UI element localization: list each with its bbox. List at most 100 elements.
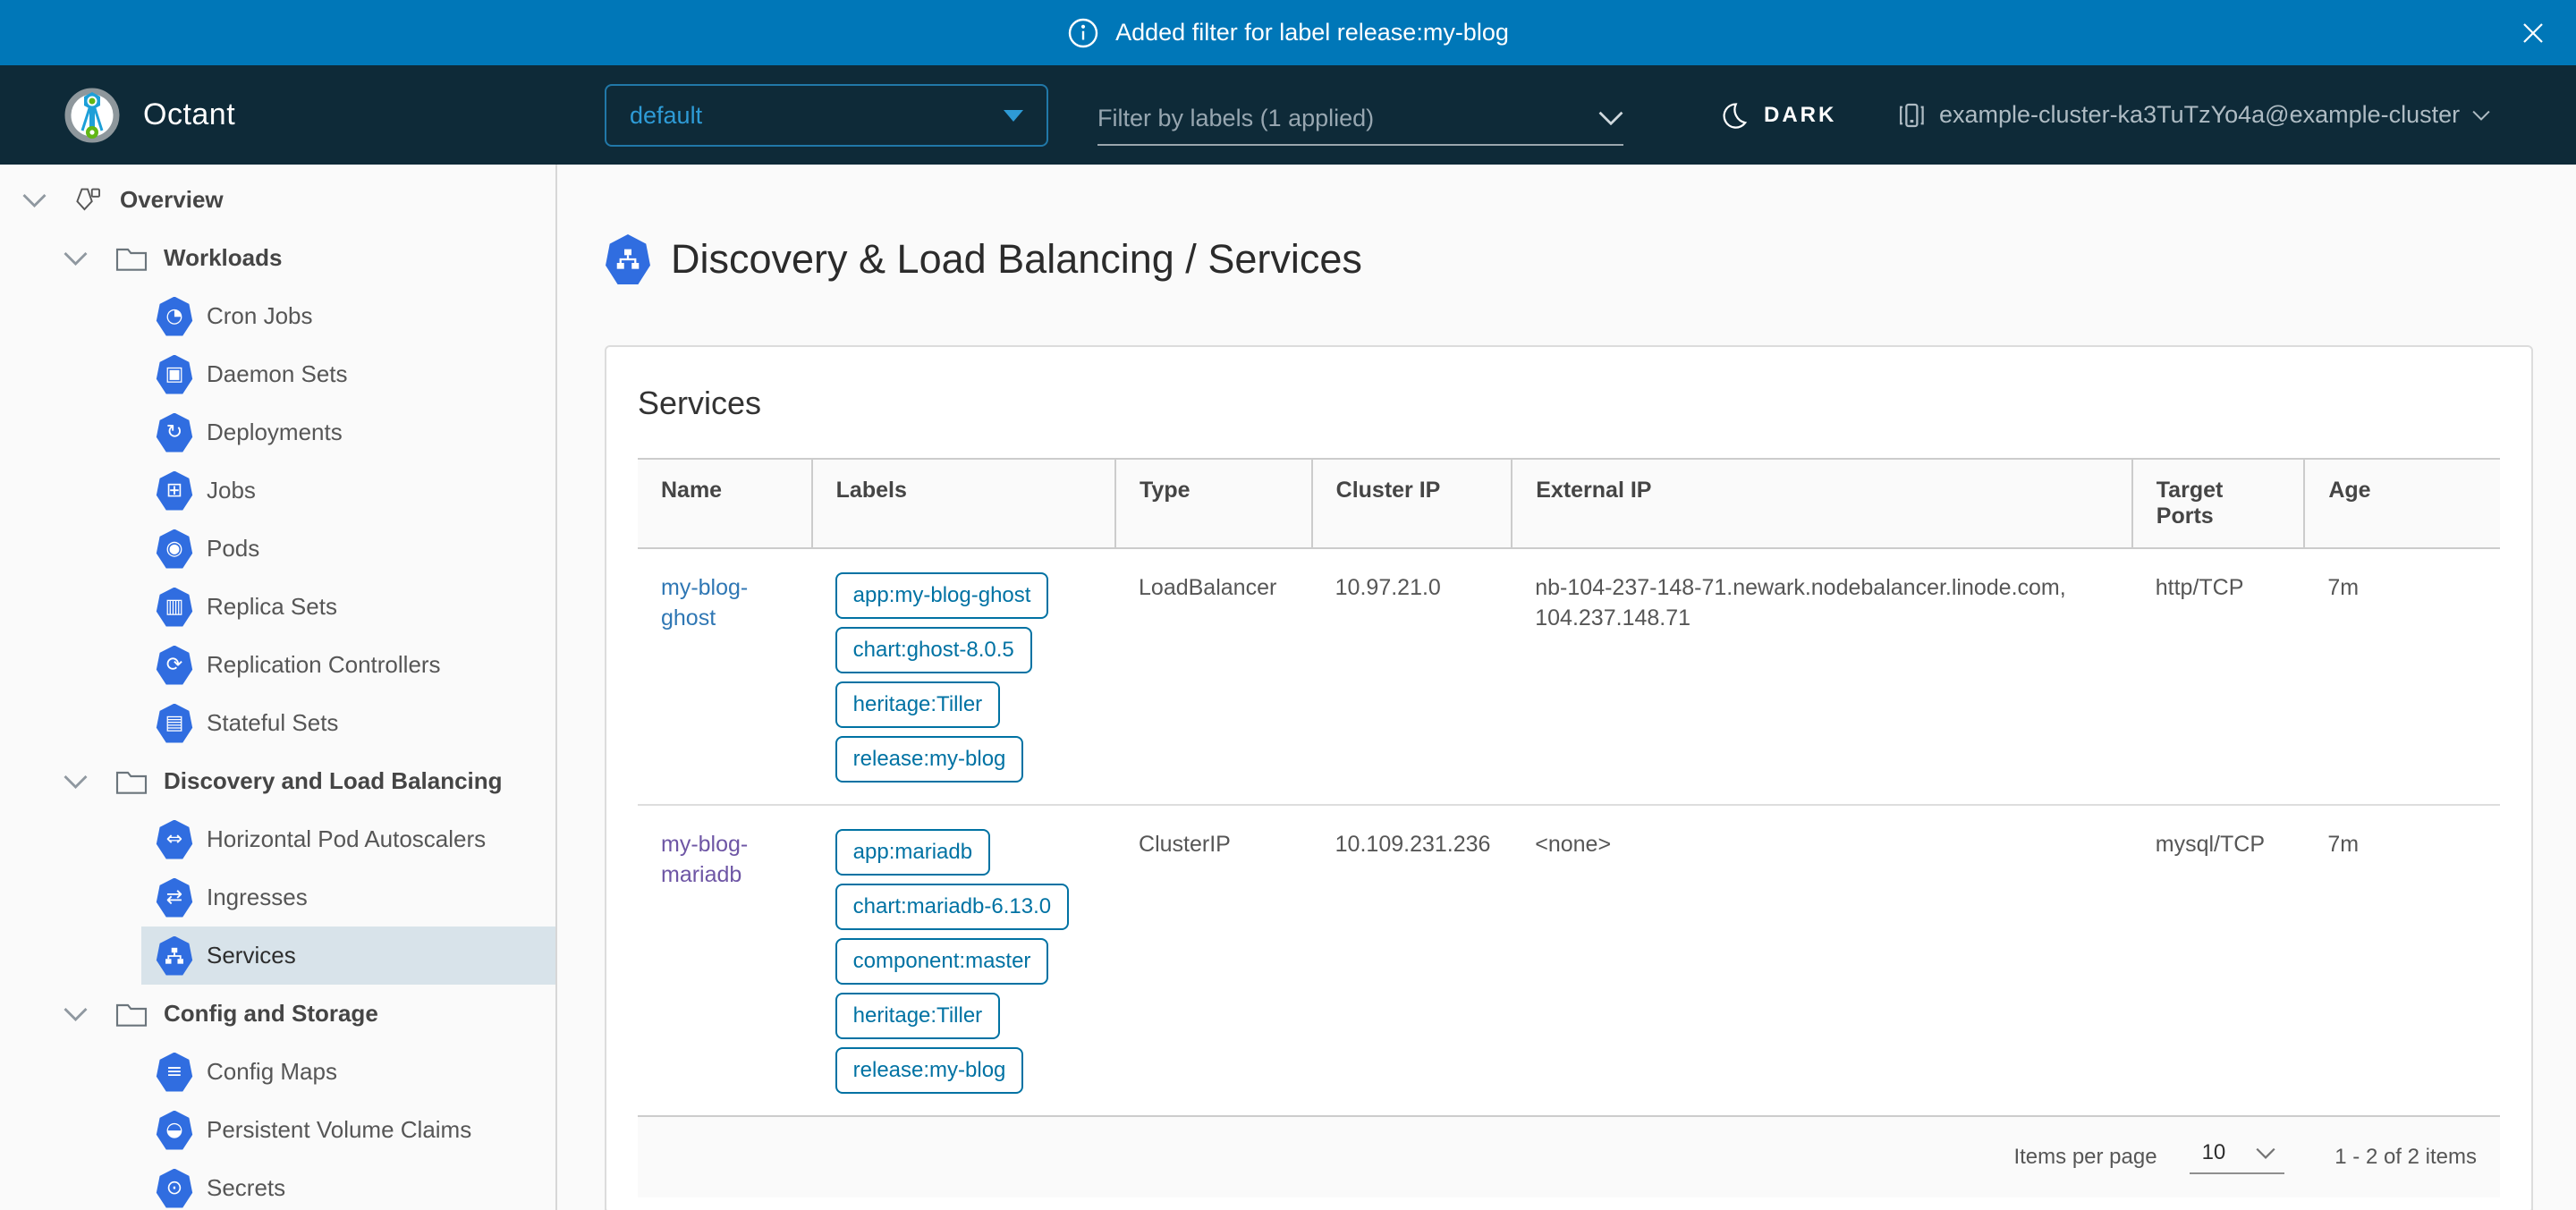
tree-item-label: Cron Jobs (207, 302, 313, 330)
sidebar-item-ingresses[interactable]: ⇄Ingresses (0, 868, 555, 927)
sidebar-item-cron-jobs[interactable]: ◔Cron Jobs (0, 287, 555, 345)
chevron-down-icon[interactable] (64, 774, 88, 789)
sidebar-item-config-and-storage[interactable]: Config and Storage (0, 985, 555, 1043)
cluster-ip-cell: 10.109.231.236 (1312, 805, 1513, 1115)
tree-item-label: Overview (120, 186, 224, 214)
job-icon: ⊞ (156, 471, 193, 511)
sidebar-item-discovery-and-load-balancing[interactable]: Discovery and Load Balancing (0, 752, 555, 810)
hpa-icon: ⇔ (156, 820, 193, 859)
statefulset-icon: ▤ (156, 704, 193, 743)
service-link[interactable]: my-blog-mariadb (661, 832, 748, 887)
label-pill[interactable]: chart:ghost-8.0.5 (835, 627, 1032, 673)
app-name: Octant (143, 97, 235, 132)
dark-theme-toggle[interactable]: DARK (1719, 65, 1836, 165)
tree-item-label: Secrets (207, 1174, 285, 1202)
sidebar-navigation: OverviewWorkloads◔Cron Jobs▣Daemon Sets↻… (0, 165, 557, 1210)
sidebar-item-persistent-volume-claims[interactable]: ◒ Persistent Volume Claims (0, 1101, 555, 1159)
octant-app: Added filter for label release:my-blog (0, 0, 2576, 1210)
chevron-down-icon[interactable] (64, 251, 88, 266)
app-header: Octant default Filter by labels (1 appli… (0, 65, 2576, 165)
label-filter-text: Filter by labels (1 applied) (1097, 105, 1598, 132)
sidebar-item-workloads[interactable]: Workloads (0, 229, 555, 287)
close-icon[interactable] (2513, 13, 2553, 53)
external-ip-cell: nb-104-237-148-71.newark.nodebalancer.li… (1512, 548, 2132, 805)
sidebar-item-stateful-sets[interactable]: ▤ Stateful Sets (0, 694, 555, 752)
chevron-down-icon (2472, 110, 2490, 121)
pagination-range: 1 - 2 of 2 items (2334, 1145, 2477, 1170)
service-link[interactable]: my-blog-ghost (661, 575, 748, 630)
pvc-icon: ◒ (156, 1111, 193, 1150)
table-row: my-blog-ghost app:my-blog-ghost chart:gho… (638, 548, 2500, 805)
tree-item-label: Pods (207, 535, 259, 563)
overview-icon (72, 186, 104, 215)
folder-icon (115, 767, 148, 796)
sidebar-item-config-maps[interactable]: ≡ Config Maps (0, 1043, 555, 1101)
tree-item-label: Replication Controllers (207, 651, 441, 679)
host-icon (1896, 100, 1927, 131)
sidebar-item-deployments[interactable]: ↻ Deployments (0, 403, 555, 461)
label-pill[interactable]: app:mariadb (835, 829, 990, 876)
tree-item-label: Services (207, 942, 296, 969)
chevron-down-icon[interactable] (64, 1007, 88, 1021)
labels-group: app:my-blog-ghost chart:ghost-8.0.5 herita… (835, 572, 1092, 783)
sidebar-item-replica-sets[interactable]: ▥Replica Sets (0, 578, 555, 636)
label-pill[interactable]: release:my-blog (835, 1047, 1024, 1094)
ingress-icon: ⇄ (156, 878, 193, 918)
sidebar-item-horizontal-pod-autoscalers[interactable]: ⇔Horizontal Pod Autoscalers (0, 810, 555, 868)
target-ports-cell: http/TCP (2132, 548, 2305, 805)
replicaset-icon: ▥ (156, 588, 193, 627)
column-header-labels: Labels (812, 459, 1115, 548)
table-header-row: Name Labels Type Cluster IP External IP … (638, 459, 2500, 548)
chevron-down-icon (1598, 111, 1623, 125)
octant-logo (64, 88, 120, 143)
cluster-ip-cell: 10.97.21.0 (1312, 548, 1513, 805)
age-cell: 7m (2304, 805, 2500, 1115)
page-title-row: Discovery & Load Balancing / Services (605, 234, 2576, 284)
service-icon (156, 936, 193, 976)
moon-icon (1719, 100, 1750, 131)
label-pill[interactable]: heritage:Tiller (835, 681, 1001, 728)
age-cell: 7m (2304, 548, 2500, 805)
folder-icon (115, 244, 148, 273)
sidebar-item-jobs[interactable]: ⊞Jobs (0, 461, 555, 520)
replicationcontroller-icon: ⟳ (156, 646, 193, 685)
page-size-select[interactable]: 10 (2190, 1140, 2285, 1174)
info-icon (1067, 17, 1099, 49)
tree-item-label: Config Maps (207, 1058, 337, 1086)
page-size-value: 10 (2202, 1140, 2226, 1165)
label-pill[interactable]: release:my-blog (835, 736, 1024, 783)
chevron-down-icon (2256, 1147, 2275, 1159)
type-cell: ClusterIP (1115, 805, 1312, 1115)
theme-toggle-label: DARK (1764, 103, 1836, 128)
column-header-type: Type (1115, 459, 1312, 548)
namespace-select[interactable]: default (605, 84, 1048, 147)
tree-item-label: Daemon Sets (207, 360, 348, 388)
tree-item-label: Stateful Sets (207, 709, 338, 737)
sidebar-item-secrets[interactable]: ⊙Secrets (0, 1159, 555, 1210)
tree-item-label: Workloads (164, 244, 282, 272)
configmap-icon: ≡ (156, 1053, 193, 1092)
sidebar-item-replication-controllers[interactable]: ⟳ Replication Controllers (0, 636, 555, 694)
sidebar-item-services[interactable]: Services (0, 927, 555, 985)
page-title: Discovery & Load Balancing / Services (671, 236, 1362, 283)
tree-item-label: Persistent Volume Claims (207, 1116, 471, 1144)
labels-group: app:mariadb chart:mariadb-6.13.0 component… (835, 829, 1092, 1094)
column-header-external-ip: External IP (1512, 459, 2132, 548)
label-pill[interactable]: component:master (835, 938, 1049, 985)
column-header-cluster-ip: Cluster IP (1312, 459, 1513, 548)
label-pill[interactable]: chart:mariadb-6.13.0 (835, 884, 1069, 930)
tree-item-label: Config and Storage (164, 1000, 378, 1028)
chevron-down-icon[interactable] (22, 193, 47, 207)
label-filter-dropdown[interactable]: Filter by labels (1 applied) (1097, 92, 1623, 146)
target-ports-cell: mysql/TCP (2132, 805, 2305, 1115)
label-pill[interactable]: heritage:Tiller (835, 993, 1001, 1039)
sidebar-item-overview[interactable]: Overview (0, 171, 555, 229)
deployment-icon: ↻ (156, 413, 193, 453)
sidebar-item-pods[interactable]: ◉Pods (0, 520, 555, 578)
card-title: Services (638, 385, 2500, 422)
cluster-select[interactable]: example-cluster-ka3TuTzYo4a@example-clus… (1896, 65, 2490, 165)
service-title-icon (605, 234, 651, 284)
label-pill[interactable]: app:my-blog-ghost (835, 572, 1049, 619)
sidebar-item-daemon-sets[interactable]: ▣Daemon Sets (0, 345, 555, 403)
tree-item-label: Deployments (207, 419, 343, 446)
